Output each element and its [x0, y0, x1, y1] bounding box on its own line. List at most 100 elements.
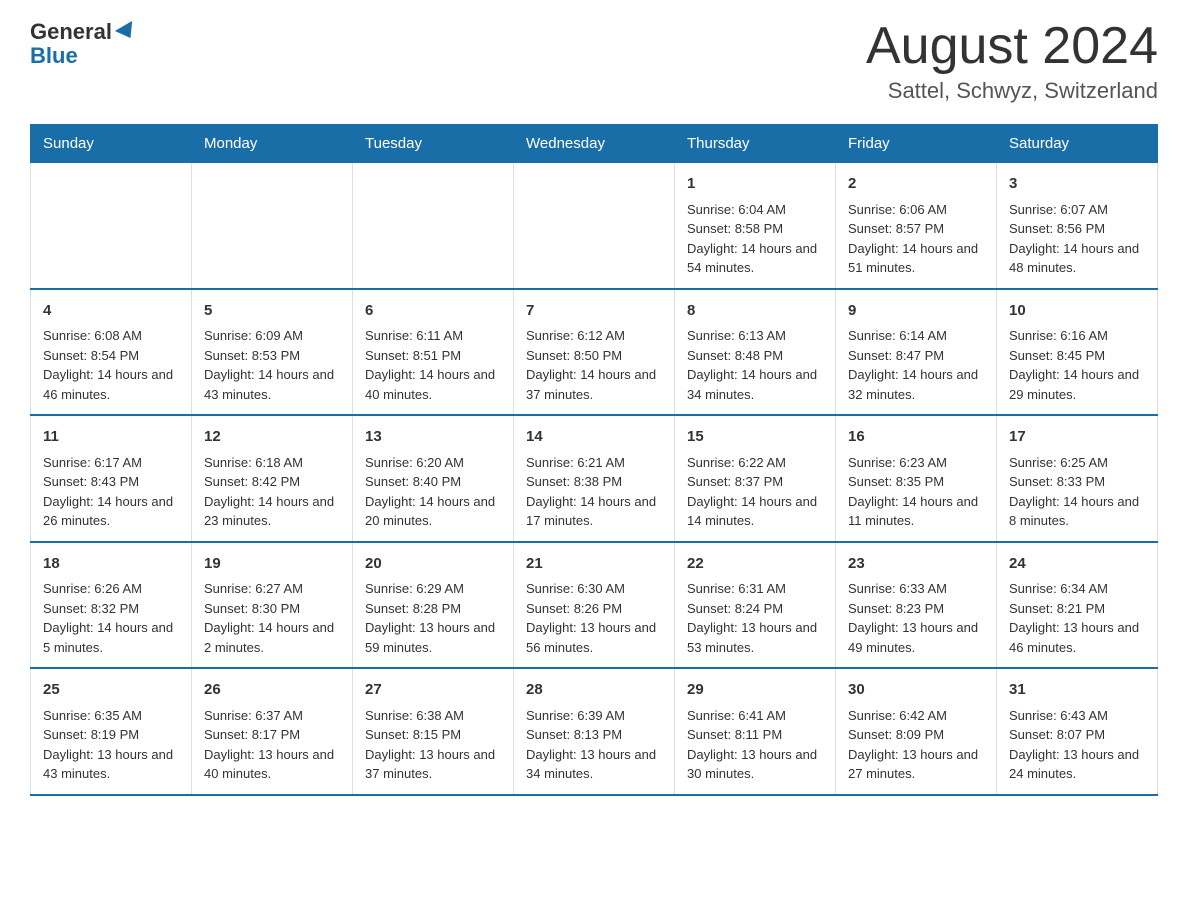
day-number: 10 [1009, 300, 1145, 323]
day-number: 20 [365, 553, 501, 576]
day-info: Sunrise: 6:25 AMSunset: 8:33 PMDaylight:… [1009, 453, 1145, 531]
day-info: Sunrise: 6:17 AMSunset: 8:43 PMDaylight:… [43, 453, 179, 531]
calendar-cell: 23 Sunrise: 6:33 AMSunset: 8:23 PMDayligh… [836, 542, 997, 669]
day-info: Sunrise: 6:26 AMSunset: 8:32 PMDaylight:… [43, 579, 179, 657]
day-number: 8 [687, 300, 823, 323]
day-number: 6 [365, 300, 501, 323]
day-info: Sunrise: 6:41 AMSunset: 8:11 PMDaylight:… [687, 706, 823, 784]
day-number: 21 [526, 553, 662, 576]
day-info: Sunrise: 6:37 AMSunset: 8:17 PMDaylight:… [204, 706, 340, 784]
calendar-cell: 20 Sunrise: 6:29 AMSunset: 8:28 PMDayligh… [353, 542, 514, 669]
day-number: 2 [848, 173, 984, 196]
day-info: Sunrise: 6:16 AMSunset: 8:45 PMDaylight:… [1009, 326, 1145, 404]
calendar-cell: 16Sunrise: 6:23 AMSunset: 8:35 PMDayligh… [836, 415, 997, 542]
calendar-cell [192, 163, 353, 289]
calendar-cell: 15 Sunrise: 6:22 AMSunset: 8:37 PMDayligh… [675, 415, 836, 542]
day-number: 7 [526, 300, 662, 323]
day-number: 15 [687, 426, 823, 449]
weekday-header-monday: Monday [192, 125, 353, 163]
day-info: Sunrise: 6:27 AMSunset: 8:30 PMDaylight:… [204, 579, 340, 657]
calendar-cell: 7Sunrise: 6:12 AMSunset: 8:50 PMDaylight… [514, 289, 675, 416]
logo-general-text: General [30, 20, 112, 44]
day-info: Sunrise: 6:06 AMSunset: 8:57 PMDaylight:… [848, 200, 984, 278]
day-info: Sunrise: 6:07 AMSunset: 8:56 PMDaylight:… [1009, 200, 1145, 278]
logo-triangle-icon [115, 21, 139, 43]
day-info: Sunrise: 6:14 AMSunset: 8:47 PMDaylight:… [848, 326, 984, 404]
day-number: 3 [1009, 173, 1145, 196]
day-number: 13 [365, 426, 501, 449]
day-number: 5 [204, 300, 340, 323]
day-number: 17 [1009, 426, 1145, 449]
weekday-header-friday: Friday [836, 125, 997, 163]
day-info: Sunrise: 6:08 AMSunset: 8:54 PMDaylight:… [43, 326, 179, 404]
calendar-cell: 24Sunrise: 6:34 AMSunset: 8:21 PMDayligh… [997, 542, 1158, 669]
day-info: Sunrise: 6:21 AMSunset: 8:38 PMDaylight:… [526, 453, 662, 531]
day-number: 30 [848, 679, 984, 702]
day-info: Sunrise: 6:33 AMSunset: 8:23 PMDaylight:… [848, 579, 984, 657]
calendar-cell: 2 Sunrise: 6:06 AMSunset: 8:57 PMDaylight… [836, 163, 997, 289]
calendar-cell: 19 Sunrise: 6:27 AMSunset: 8:30 PMDayligh… [192, 542, 353, 669]
day-info: Sunrise: 6:31 AMSunset: 8:24 PMDaylight:… [687, 579, 823, 657]
day-info: Sunrise: 6:29 AMSunset: 8:28 PMDaylight:… [365, 579, 501, 657]
day-info: Sunrise: 6:11 AMSunset: 8:51 PMDaylight:… [365, 326, 501, 404]
day-number: 12 [204, 426, 340, 449]
weekday-header-wednesday: Wednesday [514, 125, 675, 163]
day-number: 22 [687, 553, 823, 576]
day-info: Sunrise: 6:35 AMSunset: 8:19 PMDaylight:… [43, 706, 179, 784]
weekday-header-thursday: Thursday [675, 125, 836, 163]
day-info: Sunrise: 6:34 AMSunset: 8:21 PMDaylight:… [1009, 579, 1145, 657]
day-number: 23 [848, 553, 984, 576]
day-info: Sunrise: 6:20 AMSunset: 8:40 PMDaylight:… [365, 453, 501, 531]
calendar-cell: 8 Sunrise: 6:13 AMSunset: 8:48 PMDaylight… [675, 289, 836, 416]
weekday-header-sunday: Sunday [31, 125, 192, 163]
calendar-cell: 29 Sunrise: 6:41 AMSunset: 8:11 PMDayligh… [675, 668, 836, 795]
calendar-header: SundayMondayTuesdayWednesdayThursdayFrid… [31, 125, 1158, 163]
day-number: 18 [43, 553, 179, 576]
day-info: Sunrise: 6:38 AMSunset: 8:15 PMDaylight:… [365, 706, 501, 784]
day-number: 31 [1009, 679, 1145, 702]
day-number: 25 [43, 679, 179, 702]
calendar-cell: 14 Sunrise: 6:21 AMSunset: 8:38 PMDayligh… [514, 415, 675, 542]
week-row-2: 4Sunrise: 6:08 AMSunset: 8:54 PMDaylight… [31, 289, 1158, 416]
day-info: Sunrise: 6:43 AMSunset: 8:07 PMDaylight:… [1009, 706, 1145, 784]
calendar-cell: 27 Sunrise: 6:38 AMSunset: 8:15 PMDayligh… [353, 668, 514, 795]
day-info: Sunrise: 6:39 AMSunset: 8:13 PMDaylight:… [526, 706, 662, 784]
calendar-cell: 1Sunrise: 6:04 AMSunset: 8:58 PMDaylight… [675, 163, 836, 289]
day-number: 26 [204, 679, 340, 702]
calendar-cell: 18 Sunrise: 6:26 AMSunset: 8:32 PMDayligh… [31, 542, 192, 669]
weekday-header-row: SundayMondayTuesdayWednesdayThursdayFrid… [31, 125, 1158, 163]
day-info: Sunrise: 6:13 AMSunset: 8:48 PMDaylight:… [687, 326, 823, 404]
week-row-5: 25 Sunrise: 6:35 AMSunset: 8:19 PMDayligh… [31, 668, 1158, 795]
logo-blue-text: Blue [30, 44, 137, 68]
weekday-header-tuesday: Tuesday [353, 125, 514, 163]
calendar-cell: 10 Sunrise: 6:16 AMSunset: 8:45 PMDayligh… [997, 289, 1158, 416]
calendar-cell: 25 Sunrise: 6:35 AMSunset: 8:19 PMDayligh… [31, 668, 192, 795]
day-number: 11 [43, 426, 179, 449]
week-row-3: 11 Sunrise: 6:17 AMSunset: 8:43 PMDayligh… [31, 415, 1158, 542]
calendar-cell: 22 Sunrise: 6:31 AMSunset: 8:24 PMDayligh… [675, 542, 836, 669]
calendar-cell [353, 163, 514, 289]
calendar-cell: 21 Sunrise: 6:30 AMSunset: 8:26 PMDayligh… [514, 542, 675, 669]
day-number: 19 [204, 553, 340, 576]
calendar-cell: 12Sunrise: 6:18 AMSunset: 8:42 PMDayligh… [192, 415, 353, 542]
calendar-table: SundayMondayTuesdayWednesdayThursdayFrid… [30, 124, 1158, 796]
day-number: 16 [848, 426, 984, 449]
day-info: Sunrise: 6:30 AMSunset: 8:26 PMDaylight:… [526, 579, 662, 657]
calendar-cell: 17 Sunrise: 6:25 AMSunset: 8:33 PMDayligh… [997, 415, 1158, 542]
calendar-cell: 13 Sunrise: 6:20 AMSunset: 8:40 PMDayligh… [353, 415, 514, 542]
day-number: 9 [848, 300, 984, 323]
day-number: 27 [365, 679, 501, 702]
day-number: 1 [687, 173, 823, 196]
calendar-cell: 6 Sunrise: 6:11 AMSunset: 8:51 PMDaylight… [353, 289, 514, 416]
month-title: August 2024 [866, 20, 1158, 72]
location-title: Sattel, Schwyz, Switzerland [866, 78, 1158, 104]
calendar-cell: 3 Sunrise: 6:07 AMSunset: 8:56 PMDaylight… [997, 163, 1158, 289]
logo: General Blue [30, 20, 137, 68]
calendar-cell: 28Sunrise: 6:39 AMSunset: 8:13 PMDayligh… [514, 668, 675, 795]
weekday-header-saturday: Saturday [997, 125, 1158, 163]
calendar-cell: 11 Sunrise: 6:17 AMSunset: 8:43 PMDayligh… [31, 415, 192, 542]
day-info: Sunrise: 6:22 AMSunset: 8:37 PMDaylight:… [687, 453, 823, 531]
day-number: 29 [687, 679, 823, 702]
day-number: 14 [526, 426, 662, 449]
day-info: Sunrise: 6:42 AMSunset: 8:09 PMDaylight:… [848, 706, 984, 784]
